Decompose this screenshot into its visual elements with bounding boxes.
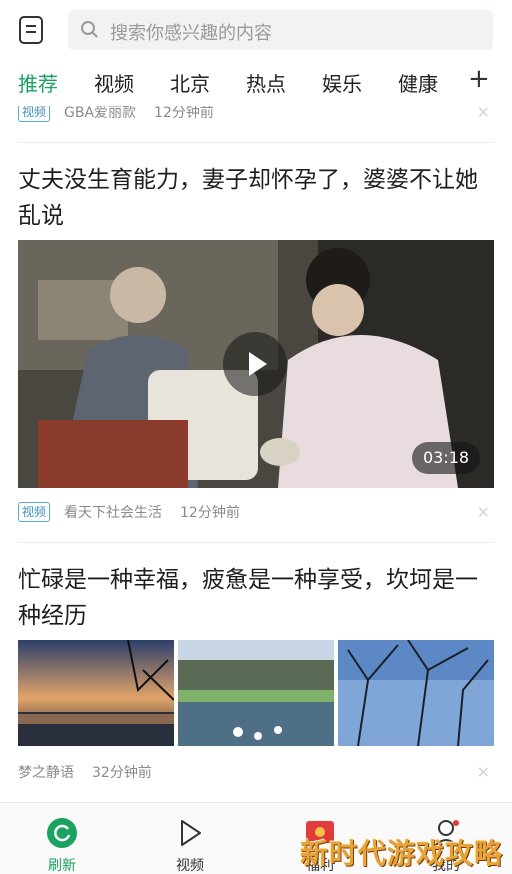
article-title[interactable]: 忙碌是一种幸福，疲惫是一种享受，坎坷是一种经历 <box>18 562 488 634</box>
image-item-meta: 梦之静语 32分钟前 <box>18 762 152 784</box>
source-label: 看天下社会生活 <box>64 505 163 521</box>
dismiss-icon[interactable]: × <box>477 762 490 781</box>
nav-video[interactable]: 视频 <box>140 803 240 874</box>
thumbnail-trees-sky[interactable] <box>338 640 494 746</box>
video-tag: 视频 <box>18 106 51 122</box>
play-button[interactable] <box>223 332 287 396</box>
add-channel-button[interactable]: + <box>468 64 490 94</box>
time-label: 12分钟前 <box>180 505 240 521</box>
play-outline-icon <box>172 815 208 851</box>
video-tag: 视频 <box>18 502 51 522</box>
refresh-icon <box>44 815 80 851</box>
tab-entertainment[interactable]: 娱乐 <box>322 68 362 97</box>
article-title[interactable]: 丈夫没生育能力，妻子却怀孕了，婆婆不让她乱说 <box>18 162 488 234</box>
search-icon <box>80 20 100 44</box>
tab-recommend[interactable]: 推荐 <box>18 68 58 97</box>
video-thumbnail[interactable]: 03:18 <box>18 240 494 488</box>
tab-beijing[interactable]: 北京 <box>170 68 210 97</box>
nav-label: 刷新 <box>48 858 76 874</box>
nav-refresh[interactable]: 刷新 <box>12 803 112 874</box>
news-feed: 视频 GBA爱丽款 12分钟前 × 丈夫没生育能力，妻子却怀孕了，婆婆不让她乱说 0… <box>0 106 512 802</box>
time-label: 32分钟前 <box>92 765 152 781</box>
menu-icon[interactable] <box>18 15 46 45</box>
watermark: 新时代游戏攻略 <box>300 837 504 870</box>
partial-item-meta: 视频 GBA爱丽款 12分钟前 <box>18 106 214 124</box>
image-gallery[interactable] <box>18 640 494 746</box>
video-duration: 03:18 <box>412 442 480 474</box>
divider <box>18 142 494 143</box>
tab-hot[interactable]: 热点 <box>246 68 286 97</box>
thumbnail-sunset[interactable] <box>18 640 174 746</box>
time-label: 12分钟前 <box>154 106 214 121</box>
play-icon <box>249 352 267 376</box>
top-bar: 搜索你感兴趣的内容 <box>0 0 512 60</box>
dismiss-icon[interactable]: × <box>477 106 490 121</box>
video-item-meta: 视频 看天下社会生活 12分钟前 <box>18 502 240 524</box>
thumbnail-park-lake[interactable] <box>178 640 334 746</box>
channel-tabs: 推荐 视频 北京 热点 娱乐 健康 + <box>0 60 512 106</box>
tab-health[interactable]: 健康 <box>398 68 438 97</box>
nav-label: 视频 <box>176 858 204 874</box>
search-placeholder: 搜索你感兴趣的内容 <box>110 23 272 44</box>
divider <box>18 542 494 543</box>
search-input[interactable]: 搜索你感兴趣的内容 <box>68 10 493 50</box>
source-label: 梦之静语 <box>18 765 74 781</box>
source-label: GBA爱丽款 <box>64 106 137 121</box>
tab-video[interactable]: 视频 <box>94 68 134 97</box>
dismiss-icon[interactable]: × <box>477 502 490 521</box>
